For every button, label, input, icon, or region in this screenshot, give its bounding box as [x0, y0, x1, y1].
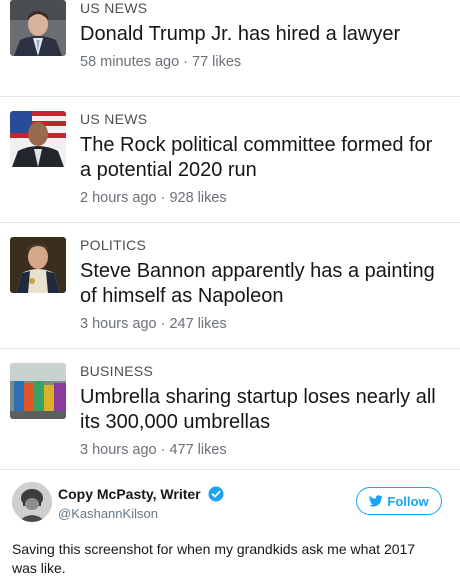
- story-headline[interactable]: Donald Trump Jr. has hired a lawyer: [80, 22, 446, 47]
- avatar[interactable]: [12, 482, 52, 522]
- tweet-card: Copy McPasty, Writer @KashannKilson Foll…: [0, 470, 460, 588]
- story-category: BUSINESS: [80, 363, 154, 379]
- twitter-bird-icon: [369, 495, 384, 507]
- author-handle[interactable]: @KashannKilson: [58, 506, 224, 521]
- story-category: US NEWS: [80, 111, 148, 127]
- story-headline[interactable]: Umbrella sharing startup loses nearly al…: [80, 385, 446, 435]
- story-likes: 77 likes: [192, 54, 242, 70]
- story-time: 3 hours ago: [80, 316, 157, 332]
- story-meta: 58 minutes ago · 77 likes: [80, 53, 446, 71]
- portrait-icon: [10, 0, 66, 56]
- meta-separator: ·: [183, 54, 188, 70]
- news-story[interactable]: POLITICS Steve Bannon apparently has a p…: [0, 223, 460, 349]
- story-time: 2 hours ago: [80, 190, 157, 206]
- portrait-icon: [10, 111, 66, 167]
- verified-badge-icon: [208, 486, 224, 502]
- painting-icon: [10, 237, 66, 293]
- story-meta: 2 hours ago · 928 likes: [80, 189, 446, 207]
- follow-button[interactable]: Follow: [356, 487, 442, 515]
- story-category: US NEWS: [80, 0, 148, 16]
- tweet-text: Saving this screenshot for when my grand…: [12, 541, 416, 576]
- meta-separator: ·: [160, 316, 166, 332]
- follow-label: Follow: [387, 493, 429, 509]
- story-likes: 477 likes: [169, 442, 227, 458]
- meta-separator: ·: [160, 442, 166, 458]
- story-likes: 247 likes: [169, 316, 227, 332]
- story-time: 3 hours ago: [80, 442, 157, 458]
- tweet-author: Copy McPasty, Writer @KashannKilson: [58, 485, 224, 521]
- story-meta: 3 hours ago · 247 likes: [80, 315, 446, 333]
- story-time: 58 minutes ago: [80, 54, 180, 70]
- news-story[interactable]: BUSINESS Umbrella sharing startup loses …: [0, 349, 460, 470]
- news-story[interactable]: US NEWS Donald Trump Jr. has hired a law…: [0, 0, 460, 97]
- story-headline[interactable]: The Rock political committee formed for …: [80, 133, 446, 183]
- story-likes: 928 likes: [169, 190, 227, 206]
- story-meta: 3 hours ago · 477 likes: [80, 441, 446, 459]
- story-headline[interactable]: Steve Bannon apparently has a painting o…: [80, 259, 446, 309]
- news-story[interactable]: US NEWS The Rock political committee for…: [0, 97, 460, 223]
- meta-separator: ·: [160, 190, 166, 206]
- story-category: POLITICS: [80, 237, 147, 253]
- street-icon: [10, 363, 66, 419]
- author-name[interactable]: Copy McPasty, Writer: [58, 486, 201, 502]
